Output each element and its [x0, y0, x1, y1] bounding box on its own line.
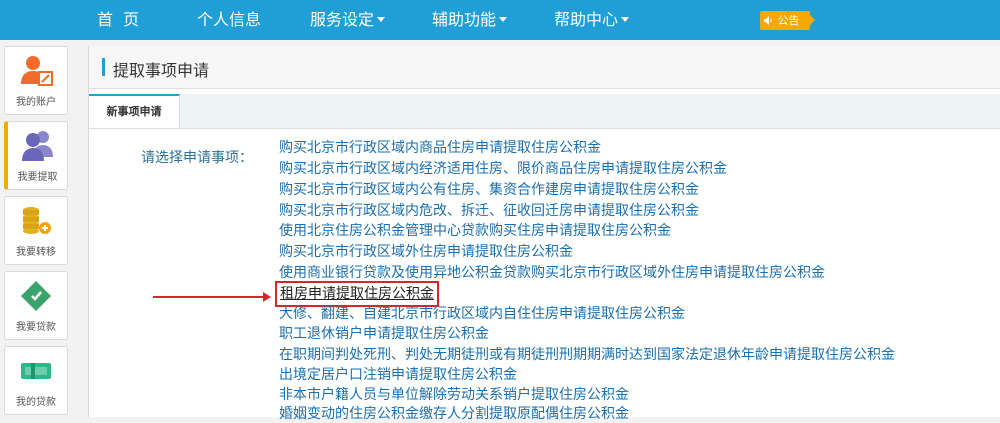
- nav-home-label: 首 页: [97, 10, 140, 29]
- page-title: 提取事项申请: [113, 61, 210, 80]
- chevron-down-icon: [377, 17, 386, 22]
- tab-new-application[interactable]: 新事项申请: [89, 94, 180, 128]
- option-rent-housing[interactable]: 租房申请提取住房公积金: [275, 281, 439, 307]
- page-header: 提取事项申请: [89, 46, 1000, 89]
- nav-help-center[interactable]: 帮助中心: [554, 0, 630, 40]
- loan-tag-icon: [21, 281, 51, 311]
- option-repair-build[interactable]: 大修、翻建、自建北京市行政区域内自住住房申请提取住房公积金: [279, 305, 685, 323]
- option-affordable-housing[interactable]: 购买北京市行政区域内经济适用住房、限价商品住房申请提取住房公积金: [279, 160, 727, 178]
- sidebar-item-loan-apply[interactable]: 我要贷款: [4, 271, 68, 340]
- option-sentence[interactable]: 在职期间判处死刑、判处无期徒刑或有期徒刑刑期期满时达到国家法定退休年龄申请提取住…: [279, 346, 895, 364]
- sidebar-item-my-account[interactable]: 我的账户: [4, 46, 68, 115]
- annotation-arrow-head: [263, 292, 271, 302]
- option-outside-city-housing[interactable]: 购买北京市行政区域外住房申请提取住房公积金: [279, 243, 573, 261]
- sidebar-item-label: 我的贷款: [16, 397, 56, 408]
- top-navigation-bar: 首 页 个人信息 服务设定 辅助功能 帮助中心 公告: [0, 0, 1000, 40]
- application-item-prompt: 请选择申请事项：: [141, 150, 253, 166]
- sidebar-item-label: 我要提取: [17, 172, 58, 183]
- nav-help-center-label: 帮助中心: [554, 10, 619, 29]
- option-public-housing[interactable]: 购买北京市行政区域内公有住房、集资合作建房申请提取住房公积金: [279, 181, 699, 199]
- notice-button[interactable]: 公告: [760, 11, 810, 30]
- annotation-arrow-line: [153, 296, 263, 298]
- option-retirement[interactable]: 职工退休销户申请提取住房公积金: [279, 325, 489, 343]
- notice-label: 公告: [777, 14, 800, 27]
- sidebar-item-my-loans[interactable]: 我的贷款: [4, 346, 68, 415]
- money-stack-icon: [21, 363, 51, 379]
- option-center-loan-housing[interactable]: 使用北京住房公积金管理中心贷款购买住房申请提取住房公积金: [279, 222, 671, 240]
- option-relocation-housing[interactable]: 购买北京市行政区域内危改、拆迁、征收回迁房申请提取住房公积金: [279, 202, 699, 220]
- sidebar-item-label: 我要贷款: [16, 322, 56, 333]
- sidebar: 我的账户 我要提取 我要转移 我要贷款 我的贷款: [0, 40, 72, 417]
- option-emigration[interactable]: 出境定居户口注销申请提取住房公积金: [279, 366, 517, 384]
- sidebar-item-label: 我的账户: [16, 97, 56, 108]
- nav-personal-info-label: 个人信息: [197, 10, 262, 29]
- option-marriage-change[interactable]: 婚姻变动的住房公积金缴存人分割提取原配偶住房公积金: [279, 405, 629, 423]
- chevron-down-icon: [499, 17, 508, 22]
- nav-home[interactable]: 首 页: [97, 0, 139, 40]
- nav-personal-info[interactable]: 个人信息: [197, 0, 261, 40]
- chevron-down-icon: [621, 17, 630, 22]
- nav-auxiliary-functions[interactable]: 辅助功能: [432, 0, 508, 40]
- users-icon: [21, 131, 53, 161]
- option-commercial-housing[interactable]: 购买北京市行政区域内商品住房申请提取住房公积金: [279, 139, 601, 157]
- nav-service-settings-label: 服务设定: [310, 10, 375, 29]
- tab-strip: 新事项申请: [89, 94, 1000, 129]
- nav-service-settings[interactable]: 服务设定: [310, 0, 386, 40]
- user-edit-icon: [21, 56, 53, 86]
- title-accent-bar: [102, 58, 105, 76]
- sidebar-item-transfer[interactable]: 我要转移: [4, 196, 68, 265]
- coins-transfer-icon: [23, 207, 51, 234]
- speaker-icon: [764, 16, 772, 25]
- sidebar-item-label: 我要转移: [16, 247, 56, 258]
- nav-auxiliary-functions-label: 辅助功能: [432, 10, 497, 29]
- option-non-local-termination[interactable]: 非本市户籍人员与单位解除劳动关系销户提取住房公积金: [279, 386, 629, 404]
- notice-pointer: [810, 15, 815, 25]
- sidebar-item-withdraw[interactable]: 我要提取: [4, 121, 68, 190]
- option-commercial-loan-outside[interactable]: 使用商业银行贷款及使用异地公积金贷款购买北京市行政区域外住房申请提取住房公积金: [279, 264, 825, 282]
